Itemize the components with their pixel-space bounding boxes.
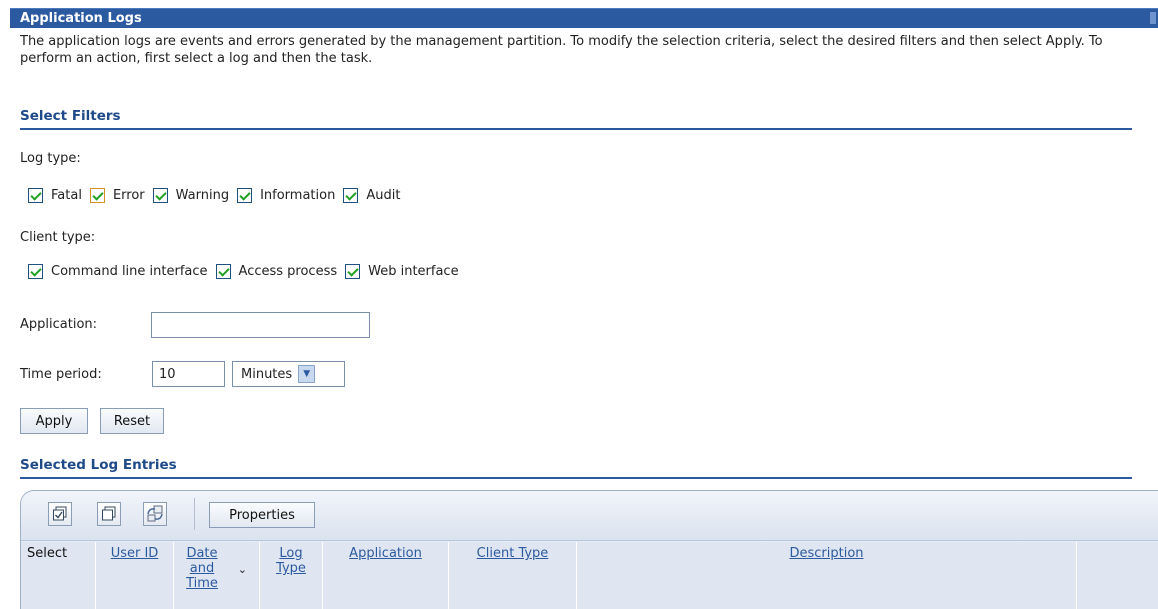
title-bar: Application Logs <box>10 8 1158 28</box>
log-type-audit[interactable]: Audit <box>343 188 400 203</box>
sort-descending-icon[interactable]: ⌄ <box>238 562 247 577</box>
intro-text: The application logs are events and erro… <box>20 34 1103 66</box>
warning-label: Warning <box>175 188 230 203</box>
toolbar-separator <box>194 498 195 530</box>
error-checkbox[interactable] <box>89 188 105 203</box>
web-interface-label: Web interface <box>368 264 459 279</box>
table-header-row: Select User ID Date and Time ⌄ Log Type … <box>21 542 1158 609</box>
application-label: Application: <box>20 317 98 332</box>
log-type-error[interactable]: Error <box>89 188 145 203</box>
information-label: Information <box>260 188 336 203</box>
selected-log-entries-heading: Selected Log Entries <box>20 457 1132 479</box>
column-client-type[interactable]: Client Type <box>449 542 577 609</box>
time-period-input[interactable] <box>152 361 225 387</box>
access-process-checkbox[interactable] <box>215 264 231 279</box>
access-process-label: Access process <box>238 264 338 279</box>
time-period-label: Time period: <box>20 367 102 382</box>
time-unit-value: Minutes <box>241 366 293 382</box>
audit-label: Audit <box>366 188 401 203</box>
client-type-options: Command line interface Access process We… <box>28 264 467 279</box>
cli-checkbox[interactable] <box>28 264 43 279</box>
deselect-all-icon[interactable] <box>97 502 121 526</box>
time-unit-select[interactable]: Minutes ▼ <box>232 361 345 387</box>
page-title: Application Logs <box>20 11 142 26</box>
log-type-fatal[interactable]: Fatal <box>28 188 82 203</box>
select-all-icon[interactable] <box>48 502 72 526</box>
client-type-cli[interactable]: Command line interface <box>28 264 208 279</box>
fatal-label: Fatal <box>51 188 82 203</box>
log-type-information[interactable]: Information <box>237 188 335 203</box>
apply-button[interactable]: Apply <box>20 408 88 434</box>
column-description[interactable]: Description <box>577 542 1077 609</box>
chevron-down-icon[interactable]: ▼ <box>298 365 316 383</box>
audit-checkbox[interactable] <box>343 188 359 203</box>
log-entries-table: Properties Select User ID Date and Time … <box>20 490 1158 609</box>
column-user-id[interactable]: User ID <box>96 542 174 609</box>
column-date-time-label: Date and Time <box>186 546 218 591</box>
log-type-label: Log type: <box>20 151 81 166</box>
client-type-access-process[interactable]: Access process <box>215 264 338 279</box>
column-date-time[interactable]: Date and Time ⌄ <box>174 542 260 609</box>
log-type-options: Fatal Error Warning Information Audit <box>28 188 408 203</box>
properties-button[interactable]: Properties <box>209 502 315 528</box>
client-type-web-interface[interactable]: Web interface <box>345 264 459 279</box>
fatal-checkbox[interactable] <box>28 188 43 203</box>
title-bar-corner <box>1150 12 1156 24</box>
warning-checkbox[interactable] <box>152 188 168 203</box>
table-toolbar: Properties <box>21 491 1158 541</box>
information-checkbox[interactable] <box>237 188 253 203</box>
cli-label: Command line interface <box>51 264 208 279</box>
select-filters-heading: Select Filters <box>20 108 1132 130</box>
web-interface-checkbox[interactable] <box>345 264 361 279</box>
application-input[interactable] <box>151 312 370 338</box>
column-log-type[interactable]: Log Type <box>260 542 323 609</box>
column-select: Select <box>21 542 96 609</box>
log-type-warning[interactable]: Warning <box>152 188 230 203</box>
client-type-label: Client type: <box>20 230 96 245</box>
error-label: Error <box>112 188 145 203</box>
refresh-filter-icon[interactable] <box>143 502 167 526</box>
reset-button[interactable]: Reset <box>100 408 164 434</box>
column-application[interactable]: Application <box>323 542 449 609</box>
